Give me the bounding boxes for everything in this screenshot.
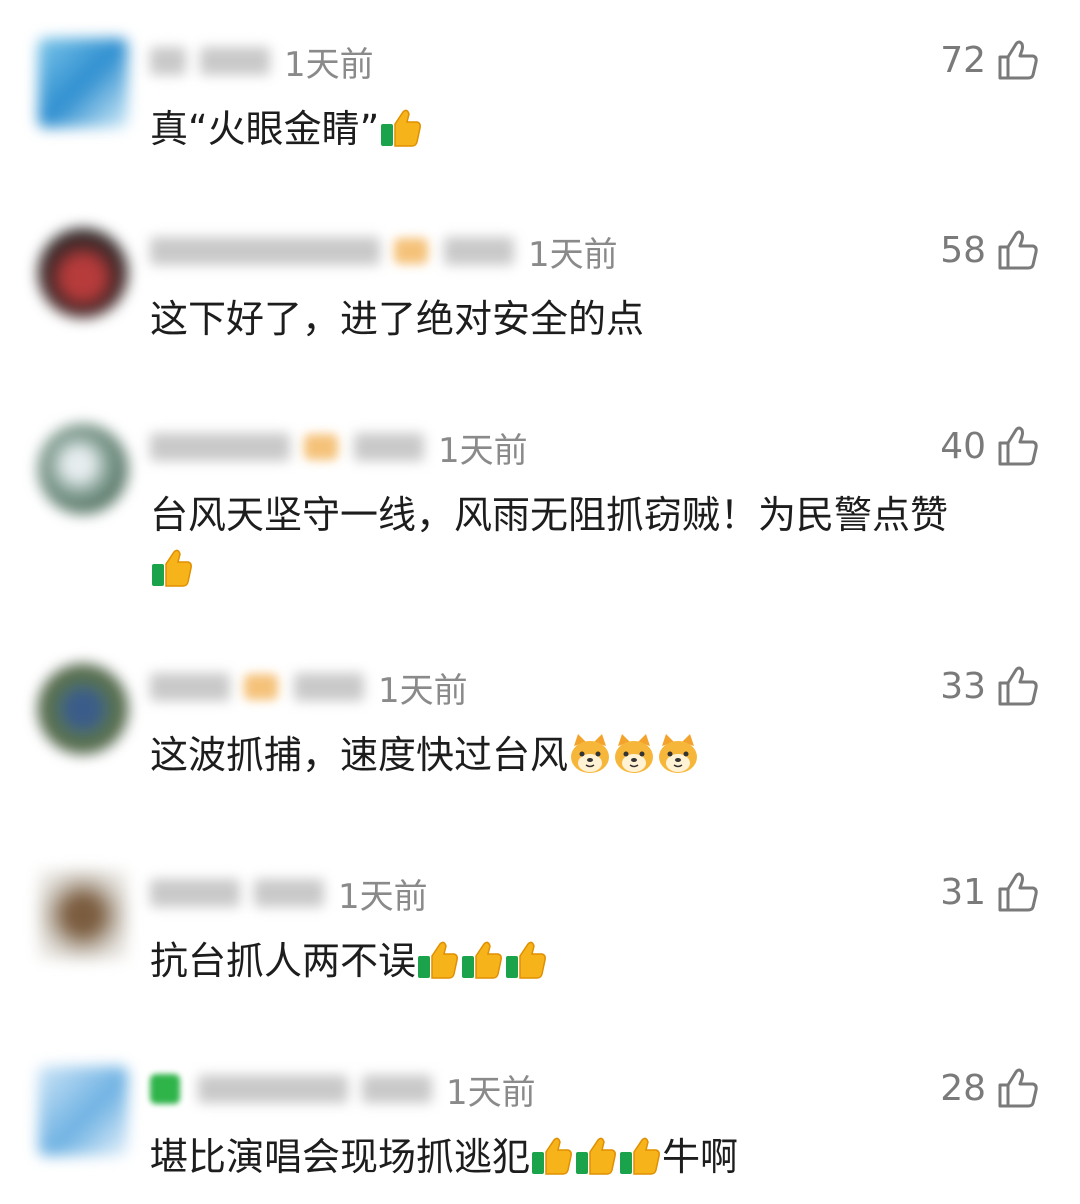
like-count: 33: [940, 665, 986, 707]
like-count: 72: [940, 39, 986, 81]
comment-meta: 1天前: [150, 228, 618, 275]
like-count: 28: [940, 1067, 986, 1109]
comment-time: 1天前: [528, 234, 618, 275]
avatar[interactable]: [38, 228, 128, 318]
location: [444, 237, 514, 265]
username[interactable]: [150, 879, 240, 907]
avatar[interactable]: [38, 1066, 128, 1156]
comment-text: 这下好了，进了绝对安全的点: [150, 297, 645, 341]
like-button[interactable]: 40: [940, 420, 1040, 472]
comment-time: 1天前: [378, 670, 468, 711]
thumbs-up-emoji-icon: [504, 938, 548, 982]
location: [362, 1075, 432, 1103]
comment-meta: 1天前: [150, 870, 428, 917]
location: [254, 879, 324, 907]
comment-text-wrap: 台风天坚守一线，风雨无阻抓窃贼！为民警点赞: [150, 488, 1020, 596]
comment-meta: 1天前: [150, 664, 468, 711]
thumbs-up-outline-icon[interactable]: [996, 38, 1040, 82]
comment-time: 1天前: [338, 876, 428, 917]
doge-emoji-icon: [568, 732, 612, 776]
like-count: 58: [940, 229, 986, 271]
comment-meta: 1天前: [150, 38, 374, 85]
thumbs-up-outline-icon[interactable]: [996, 1066, 1040, 1110]
avatar[interactable]: [38, 424, 128, 514]
comment-text: 堪比演唱会现场抓逃犯: [150, 1135, 531, 1179]
username[interactable]: [150, 673, 230, 701]
thumbs-up-emoji-icon: [416, 938, 460, 982]
comment-text-wrap: 这下好了，进了绝对安全的点: [150, 292, 1020, 346]
location: [354, 433, 424, 461]
like-button[interactable]: 28: [940, 1062, 1040, 1114]
username[interactable]: [150, 47, 186, 75]
thumbs-up-outline-icon[interactable]: [996, 664, 1040, 708]
comment-text: 台风天坚守一线，风雨无阻抓窃贼！为民警点赞: [150, 493, 949, 537]
like-button[interactable]: 72: [940, 34, 1040, 86]
thumbs-up-emoji-icon: [460, 938, 504, 982]
avatar[interactable]: [38, 870, 128, 960]
thumbs-up-outline-icon[interactable]: [996, 424, 1040, 468]
thumbs-up-emoji-icon: [150, 546, 194, 590]
username[interactable]: [198, 1075, 348, 1103]
comment-text: 抗台抓人两不误: [150, 939, 417, 983]
location: [294, 673, 364, 701]
comment-text-suffix: 牛啊: [662, 1135, 739, 1179]
like-count: 40: [940, 425, 986, 467]
like-count: 31: [940, 871, 986, 913]
fan-badge-icon: [304, 434, 338, 460]
comment-text: 真“火眼金睛”: [150, 107, 380, 151]
comment-time: 1天前: [446, 1072, 536, 1113]
thumbs-up-emoji-icon: [379, 106, 423, 150]
comment-text-wrap: 抗台抓人两不误: [150, 934, 1020, 988]
comment-meta: 1天前: [150, 1066, 536, 1113]
fan-badge-icon: [244, 674, 278, 700]
like-button[interactable]: 33: [940, 660, 1040, 712]
like-button[interactable]: 58: [940, 224, 1040, 276]
username[interactable]: [150, 237, 380, 265]
comment-time: 1天前: [284, 44, 374, 85]
comment-text-wrap: 真“火眼金睛”: [150, 102, 1020, 156]
member-badge-icon: [150, 1074, 180, 1104]
location: [200, 47, 270, 75]
comment-meta: 1天前: [150, 424, 528, 471]
avatar[interactable]: [38, 38, 128, 128]
thumbs-up-outline-icon[interactable]: [996, 228, 1040, 272]
avatar[interactable]: [38, 664, 128, 754]
thumbs-up-emoji-icon: [618, 1134, 662, 1178]
doge-emoji-icon: [612, 732, 656, 776]
fan-badge-icon: [394, 238, 428, 264]
comment-text: 这波抓捕，速度快过台风: [150, 733, 569, 777]
comment-time: 1天前: [438, 430, 528, 471]
comment-text-wrap: 堪比演唱会现场抓逃犯 牛啊: [150, 1130, 1020, 1184]
thumbs-up-outline-icon[interactable]: [996, 870, 1040, 914]
thumbs-up-emoji-icon: [574, 1134, 618, 1178]
thumbs-up-emoji-icon: [530, 1134, 574, 1178]
like-button[interactable]: 31: [940, 866, 1040, 918]
doge-emoji-icon: [656, 732, 700, 776]
username[interactable]: [150, 433, 290, 461]
comment-text-wrap: 这波抓捕，速度快过台风: [150, 728, 1020, 782]
